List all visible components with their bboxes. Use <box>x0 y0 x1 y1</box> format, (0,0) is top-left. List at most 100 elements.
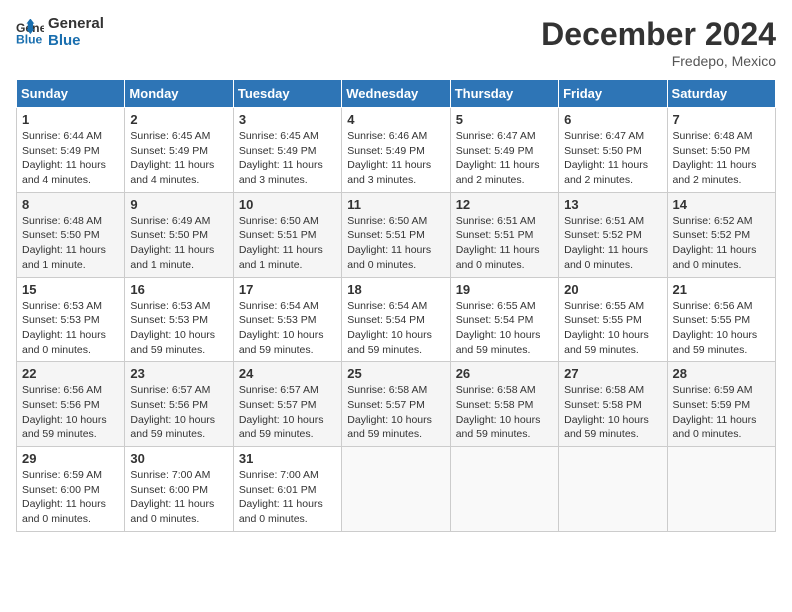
calendar-cell: 15 Sunrise: 6:53 AMSunset: 5:53 PMDayligh… <box>17 277 125 362</box>
cell-info: Sunrise: 6:57 AMSunset: 5:57 PMDaylight:… <box>239 383 336 442</box>
cell-info: Sunrise: 6:45 AMSunset: 5:49 PMDaylight:… <box>239 129 336 188</box>
weekday-header-tuesday: Tuesday <box>233 80 341 108</box>
cell-info: Sunrise: 6:54 AMSunset: 5:54 PMDaylight:… <box>347 299 444 358</box>
day-number: 7 <box>673 112 770 127</box>
calendar-cell: 11 Sunrise: 6:50 AMSunset: 5:51 PMDayligh… <box>342 192 450 277</box>
calendar-table: SundayMondayTuesdayWednesdayThursdayFrid… <box>16 79 776 532</box>
day-number: 21 <box>673 282 770 297</box>
day-number: 19 <box>456 282 553 297</box>
cell-info: Sunrise: 6:58 AMSunset: 5:58 PMDaylight:… <box>564 383 661 442</box>
calendar-cell: 22 Sunrise: 6:56 AMSunset: 5:56 PMDayligh… <box>17 362 125 447</box>
calendar-cell: 28Sunrise: 6:59 AMSunset: 5:59 PMDayligh… <box>667 362 775 447</box>
cell-info: Sunrise: 6:56 AMSunset: 5:55 PMDaylight:… <box>673 299 770 358</box>
cell-info: Sunrise: 6:53 AMSunset: 5:53 PMDaylight:… <box>130 299 227 358</box>
month-title: December 2024 <box>541 16 776 53</box>
day-number: 17 <box>239 282 336 297</box>
calendar-week-row: 22 Sunrise: 6:56 AMSunset: 5:56 PMDayligh… <box>17 362 776 447</box>
calendar-cell: 26Sunrise: 6:58 AMSunset: 5:58 PMDayligh… <box>450 362 558 447</box>
day-number: 14 <box>673 197 770 212</box>
day-number: 22 <box>22 366 119 381</box>
calendar-cell: 31 Sunrise: 7:00 AMSunset: 6:01 PMDayligh… <box>233 447 341 532</box>
cell-info: Sunrise: 6:46 AMSunset: 5:49 PMDaylight:… <box>347 129 444 188</box>
calendar-cell: 27 Sunrise: 6:58 AMSunset: 5:58 PMDayligh… <box>559 362 667 447</box>
calendar-cell: 21 Sunrise: 6:56 AMSunset: 5:55 PMDayligh… <box>667 277 775 362</box>
calendar-cell: 23 Sunrise: 6:57 AMSunset: 5:56 PMDayligh… <box>125 362 233 447</box>
calendar-cell: 19 Sunrise: 6:55 AMSunset: 5:54 PMDayligh… <box>450 277 558 362</box>
calendar-cell <box>450 447 558 532</box>
day-number: 15 <box>22 282 119 297</box>
cell-info: Sunrise: 6:56 AMSunset: 5:56 PMDaylight:… <box>22 383 119 442</box>
day-number: 27 <box>564 366 661 381</box>
calendar-cell <box>342 447 450 532</box>
day-number: 31 <box>239 451 336 466</box>
calendar-cell: 9 Sunrise: 6:49 AMSunset: 5:50 PMDaylight… <box>125 192 233 277</box>
cell-info: Sunrise: 7:00 AMSunset: 6:00 PMDaylight:… <box>130 468 227 527</box>
calendar-week-row: 1Sunrise: 6:44 AMSunset: 5:49 PMDaylight… <box>17 108 776 193</box>
weekday-header-monday: Monday <box>125 80 233 108</box>
calendar-cell: 3 Sunrise: 6:45 AMSunset: 5:49 PMDaylight… <box>233 108 341 193</box>
day-number: 25 <box>347 366 444 381</box>
calendar-cell: 18 Sunrise: 6:54 AMSunset: 5:54 PMDayligh… <box>342 277 450 362</box>
cell-info: Sunrise: 6:59 AMSunset: 6:00 PMDaylight:… <box>22 468 119 527</box>
calendar-cell: 7 Sunrise: 6:48 AMSunset: 5:50 PMDaylight… <box>667 108 775 193</box>
svg-text:Blue: Blue <box>16 32 43 46</box>
calendar-header-row: SundayMondayTuesdayWednesdayThursdayFrid… <box>17 80 776 108</box>
calendar-cell: 2 Sunrise: 6:45 AMSunset: 5:49 PMDaylight… <box>125 108 233 193</box>
day-number: 20 <box>564 282 661 297</box>
cell-info: Sunrise: 6:58 AMSunset: 5:57 PMDaylight:… <box>347 383 444 442</box>
logo-icon: General Blue <box>16 19 44 47</box>
calendar-cell: 20Sunrise: 6:55 AMSunset: 5:55 PMDayligh… <box>559 277 667 362</box>
cell-info: Sunrise: 6:55 AMSunset: 5:54 PMDaylight:… <box>456 299 553 358</box>
day-number: 2 <box>130 112 227 127</box>
calendar-cell: 30 Sunrise: 7:00 AMSunset: 6:00 PMDayligh… <box>125 447 233 532</box>
cell-info: Sunrise: 6:48 AMSunset: 5:50 PMDaylight:… <box>673 129 770 188</box>
day-number: 1 <box>22 112 119 127</box>
cell-info: Sunrise: 6:53 AMSunset: 5:53 PMDaylight:… <box>22 299 119 358</box>
day-number: 3 <box>239 112 336 127</box>
calendar-cell: 4 Sunrise: 6:46 AMSunset: 5:49 PMDaylight… <box>342 108 450 193</box>
calendar-cell: 10 Sunrise: 6:50 AMSunset: 5:51 PMDayligh… <box>233 192 341 277</box>
calendar-cell <box>667 447 775 532</box>
weekday-header-thursday: Thursday <box>450 80 558 108</box>
calendar-cell: 5 Sunrise: 6:47 AMSunset: 5:49 PMDaylight… <box>450 108 558 193</box>
cell-info: Sunrise: 6:52 AMSunset: 5:52 PMDaylight:… <box>673 214 770 273</box>
day-number: 11 <box>347 197 444 212</box>
day-number: 23 <box>130 366 227 381</box>
calendar-cell: 17Sunrise: 6:54 AMSunset: 5:53 PMDayligh… <box>233 277 341 362</box>
calendar-week-row: 8Sunrise: 6:48 AMSunset: 5:50 PMDaylight… <box>17 192 776 277</box>
calendar-body: 1Sunrise: 6:44 AMSunset: 5:49 PMDaylight… <box>17 108 776 532</box>
cell-info: Sunrise: 6:50 AMSunset: 5:51 PMDaylight:… <box>239 214 336 273</box>
day-number: 13 <box>564 197 661 212</box>
cell-info: Sunrise: 6:57 AMSunset: 5:56 PMDaylight:… <box>130 383 227 442</box>
day-number: 4 <box>347 112 444 127</box>
cell-info: Sunrise: 6:51 AMSunset: 5:52 PMDaylight:… <box>564 214 661 273</box>
cell-info: Sunrise: 6:50 AMSunset: 5:51 PMDaylight:… <box>347 214 444 273</box>
cell-info: Sunrise: 6:47 AMSunset: 5:49 PMDaylight:… <box>456 129 553 188</box>
location: Fredepo, Mexico <box>541 53 776 69</box>
cell-info: Sunrise: 6:58 AMSunset: 5:58 PMDaylight:… <box>456 383 553 442</box>
calendar-cell: 13 Sunrise: 6:51 AMSunset: 5:52 PMDayligh… <box>559 192 667 277</box>
cell-info: Sunrise: 6:45 AMSunset: 5:49 PMDaylight:… <box>130 129 227 188</box>
calendar-cell: 29 Sunrise: 6:59 AMSunset: 6:00 PMDayligh… <box>17 447 125 532</box>
weekday-header-sunday: Sunday <box>17 80 125 108</box>
calendar-cell <box>559 447 667 532</box>
day-number: 30 <box>130 451 227 466</box>
title-area: December 2024 Fredepo, Mexico <box>541 16 776 69</box>
day-number: 18 <box>347 282 444 297</box>
day-number: 28 <box>673 366 770 381</box>
cell-info: Sunrise: 7:00 AMSunset: 6:01 PMDaylight:… <box>239 468 336 527</box>
calendar-cell: 24 Sunrise: 6:57 AMSunset: 5:57 PMDayligh… <box>233 362 341 447</box>
calendar-cell: 14 Sunrise: 6:52 AMSunset: 5:52 PMDayligh… <box>667 192 775 277</box>
cell-info: Sunrise: 6:49 AMSunset: 5:50 PMDaylight:… <box>130 214 227 273</box>
calendar-cell: 8Sunrise: 6:48 AMSunset: 5:50 PMDaylight… <box>17 192 125 277</box>
day-number: 12 <box>456 197 553 212</box>
cell-info: Sunrise: 6:51 AMSunset: 5:51 PMDaylight:… <box>456 214 553 273</box>
day-number: 5 <box>456 112 553 127</box>
day-number: 24 <box>239 366 336 381</box>
cell-info: Sunrise: 6:47 AMSunset: 5:50 PMDaylight:… <box>564 129 661 188</box>
day-number: 9 <box>130 197 227 212</box>
day-number: 29 <box>22 451 119 466</box>
calendar-cell: 25 Sunrise: 6:58 AMSunset: 5:57 PMDayligh… <box>342 362 450 447</box>
calendar-cell: 6Sunrise: 6:47 AMSunset: 5:50 PMDaylight… <box>559 108 667 193</box>
day-number: 10 <box>239 197 336 212</box>
